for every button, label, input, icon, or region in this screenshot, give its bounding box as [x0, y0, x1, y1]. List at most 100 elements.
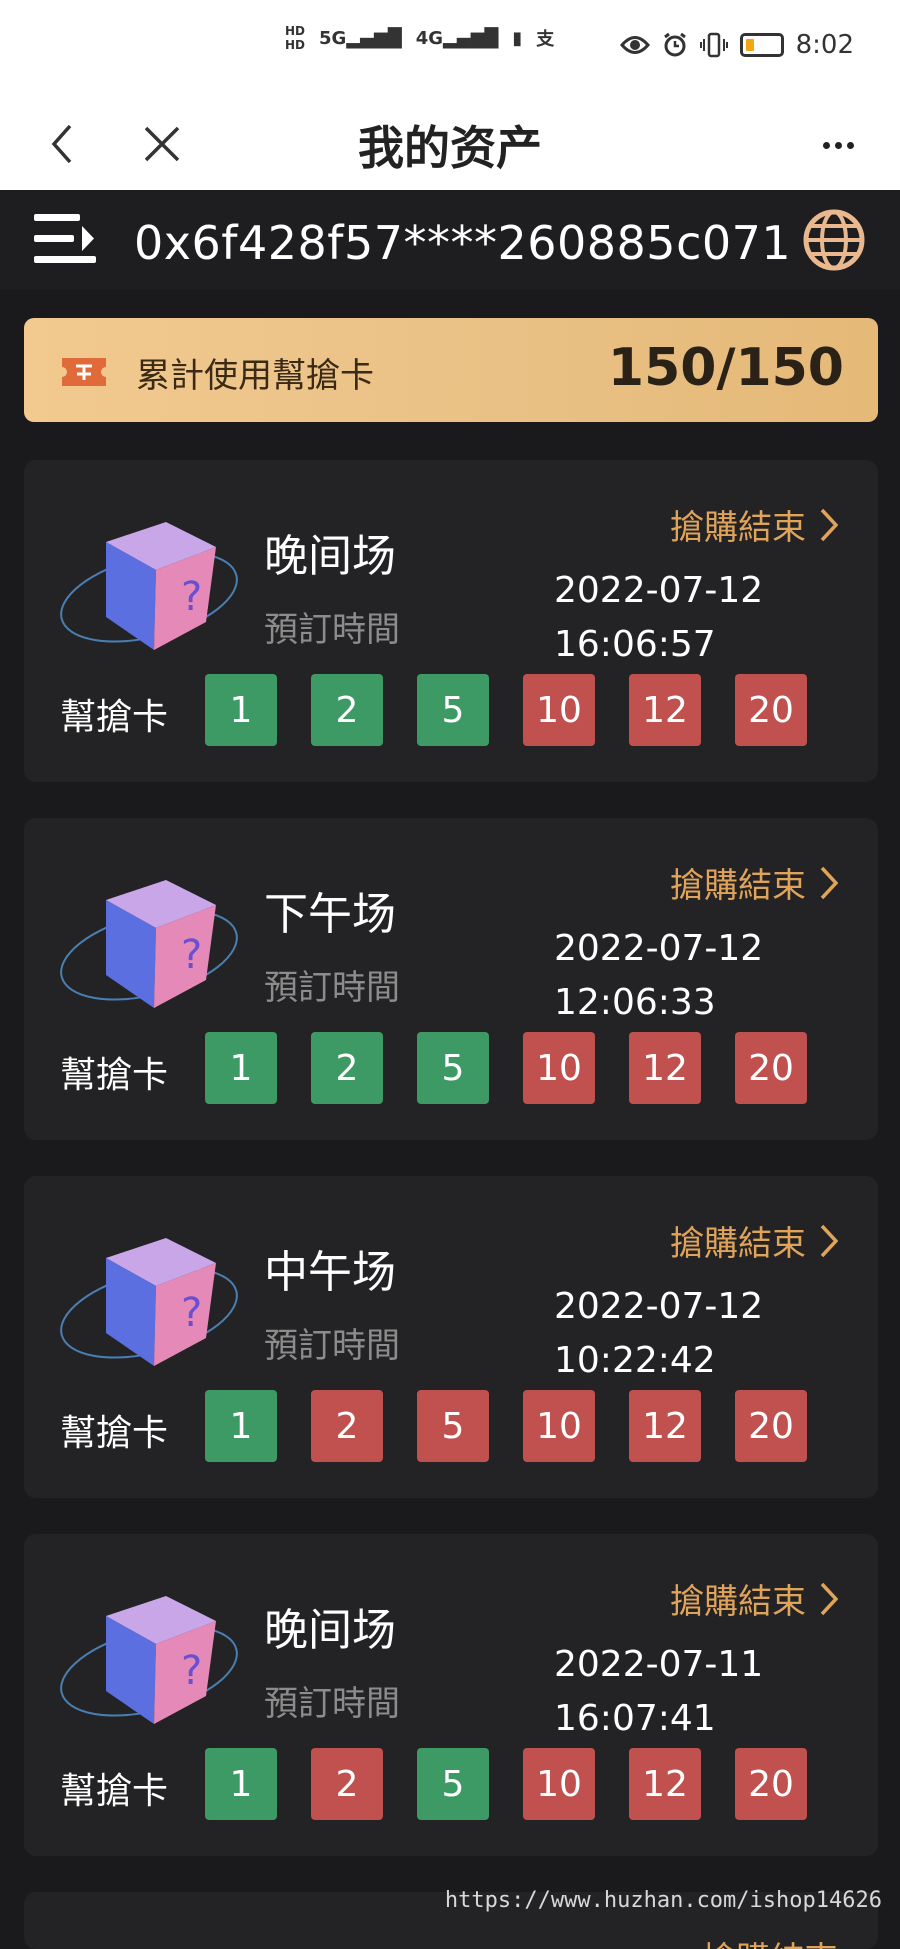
mystery-box-icon: ? — [60, 1238, 238, 1366]
network-indicators: HD HD 5G▂▄▆█ 4G▂▄▆█ ▮ 支 — [285, 24, 554, 52]
mystery-box-icon: ? — [60, 522, 238, 650]
signal-5g-icon: 5G▂▄▆█ — [319, 27, 402, 49]
session-name: 下午场 — [264, 889, 396, 940]
help-card-label: 幫搶卡 — [60, 697, 169, 738]
help-card-chip[interactable]: 10 — [523, 1748, 595, 1820]
session-name: 晚间场 — [264, 1605, 396, 1656]
order-time: 12:06:33 — [554, 982, 716, 1023]
order-date: 2022-07-12 — [554, 1286, 764, 1327]
help-card-chip[interactable]: 2 — [311, 1748, 383, 1820]
session-card[interactable]: ? 下午场 預訂時間 搶購結束 2022-07-12 12:06:33 幫搶卡 … — [24, 818, 878, 1140]
help-card-banner: 累計使用幫搶卡 150/150 — [24, 318, 878, 422]
alipay-icon: 支 — [536, 29, 555, 50]
more-dot — [834, 141, 842, 149]
banner-label: 累計使用幫搶卡 — [136, 356, 374, 396]
order-time-label: 預訂時間 — [264, 1684, 400, 1724]
hd-icon: HD HD — [285, 24, 306, 52]
help-card-chip[interactable]: 10 — [523, 674, 595, 746]
nav-bar: 我的资产 — [0, 100, 900, 190]
status-bar: HD HD 5G▂▄▆█ 4G▂▄▆█ ▮ 支 8:02 — [0, 0, 900, 100]
order-date: 2022-07-12 — [554, 928, 764, 969]
status-link[interactable]: 搶購結束 — [670, 500, 838, 549]
more-dot — [822, 141, 830, 149]
globe-icon[interactable] — [802, 208, 866, 272]
help-card-chip[interactable]: 10 — [523, 1032, 595, 1104]
signal-4g-icon: 4G▂▄▆█ — [415, 27, 499, 49]
svg-text:?: ? — [181, 932, 202, 978]
help-card-chips: 1 2 5 10 12 20 — [205, 1390, 841, 1462]
chevron-right-icon — [820, 866, 838, 899]
status-link[interactable]: 搶購結束 — [670, 858, 838, 907]
alarm-icon — [663, 32, 686, 57]
wallet-bar: 0x6f428f57****260885c071 — [0, 190, 900, 290]
mystery-box-icon: ? — [60, 1596, 238, 1724]
status-link[interactable]: 搶購結束 — [670, 1216, 838, 1265]
help-card-chip[interactable]: 1 — [205, 1390, 277, 1462]
help-card-chips: 1 2 5 10 12 20 — [205, 1032, 841, 1104]
battery-icon — [739, 33, 784, 57]
help-card-chip[interactable]: 5 — [417, 1748, 489, 1820]
page-title: 我的资产 — [358, 121, 542, 175]
mystery-box-icon: ? — [60, 880, 238, 1008]
clock-time: 8:02 — [795, 30, 854, 60]
session-card[interactable]: ? 晚间场 預訂時間 搶購結束 2022-07-12 16:06:57 幫搶卡 … — [24, 460, 878, 782]
help-card-chip[interactable]: 12 — [629, 1748, 701, 1820]
chevron-right-icon — [820, 508, 838, 541]
session-name: 中午场 — [264, 1247, 396, 1298]
order-time-label: 預訂時間 — [264, 1326, 400, 1366]
status-text: 搶購結束 — [670, 1224, 806, 1264]
help-card-chips: 1 2 5 10 12 20 — [205, 674, 841, 746]
chevron-right-icon — [820, 1224, 838, 1257]
status-text: 搶購結束 — [670, 508, 806, 548]
more-button[interactable] — [816, 130, 860, 160]
help-card-chip[interactable]: 12 — [629, 1032, 701, 1104]
help-card-chip[interactable]: 20 — [735, 674, 807, 746]
order-time: 16:07:41 — [554, 1698, 716, 1739]
help-card-chip[interactable]: 2 — [311, 674, 383, 746]
banner-value: 150/150 — [607, 338, 844, 398]
order-date: 2022-07-11 — [554, 1644, 764, 1685]
notification-icon: ▮ — [512, 27, 523, 49]
help-card-label: 幫搶卡 — [60, 1771, 169, 1812]
help-card-chip[interactable]: 20 — [735, 1390, 807, 1462]
help-card-chip[interactable]: 1 — [205, 1748, 277, 1820]
status-link[interactable]: 搶購結束 — [670, 1574, 838, 1623]
help-card-chip[interactable]: 5 — [417, 1032, 489, 1104]
chevron-right-icon — [820, 1582, 838, 1615]
help-card-chip[interactable]: 5 — [417, 1390, 489, 1462]
help-card-chip[interactable]: 20 — [735, 1032, 807, 1104]
watermark: https://www.huzhan.com/ishop14626 — [444, 1888, 882, 1913]
help-card-chip[interactable]: 5 — [417, 674, 489, 746]
help-card-chip[interactable]: 20 — [735, 1748, 807, 1820]
order-time-label: 預訂時間 — [264, 610, 400, 650]
svg-text:?: ? — [181, 1648, 202, 1694]
status-text: 搶購結束 — [670, 1582, 806, 1622]
status-text: 搶購結束 — [702, 1932, 838, 1949]
help-card-chip[interactable]: 2 — [311, 1390, 383, 1462]
help-card-chip[interactable]: 2 — [311, 1032, 383, 1104]
order-time: 16:06:57 — [554, 624, 716, 665]
order-date: 2022-07-12 — [554, 570, 764, 611]
wallet-address: 0x6f428f57****260885c071 — [134, 216, 792, 270]
help-card-label: 幫搶卡 — [60, 1413, 169, 1454]
menu-icon[interactable] — [34, 210, 96, 268]
help-card-chip[interactable]: 12 — [629, 674, 701, 746]
more-dot — [846, 141, 854, 149]
help-card-chip[interactable]: 1 — [205, 674, 277, 746]
session-card[interactable]: ? 中午场 預訂時間 搶購結束 2022-07-12 10:22:42 幫搶卡 … — [24, 1176, 878, 1498]
order-time: 10:22:42 — [554, 1340, 716, 1381]
session-card[interactable]: ? 晚间场 預訂時間 搶購結束 2022-07-11 16:07:41 幫搶卡 … — [24, 1534, 878, 1856]
status-right: 8:02 — [619, 30, 854, 60]
svg-text:?: ? — [181, 1290, 202, 1336]
help-card-chip[interactable]: 10 — [523, 1390, 595, 1462]
help-card-chip[interactable]: 12 — [629, 1390, 701, 1462]
vibrate-icon — [699, 32, 728, 58]
session-name: 晚间场 — [264, 531, 396, 582]
help-card-label: 幫搶卡 — [60, 1055, 169, 1096]
status-text: 搶購結束 — [670, 866, 806, 906]
svg-text:?: ? — [181, 574, 202, 620]
help-card-chip[interactable]: 1 — [205, 1032, 277, 1104]
help-card-chips: 1 2 5 10 12 20 — [205, 1748, 841, 1820]
order-time-label: 預訂時間 — [264, 968, 400, 1008]
status-link[interactable]: 搶購結束 — [702, 1932, 838, 1949]
